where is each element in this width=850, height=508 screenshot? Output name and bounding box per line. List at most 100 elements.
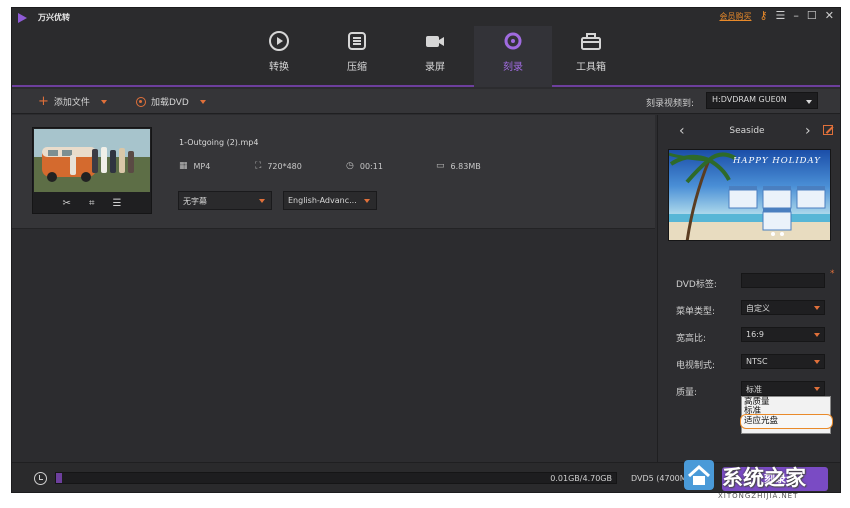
schedule-alarm-icon[interactable] [34,472,47,485]
audio-track-value: English-Advanc... [288,196,357,205]
app-window: 万兴优转 会员购买 ⚷ ☰ – ☐ ✕ 转换 压缩 录屏 刻录 工具箱 + 添加… [11,7,841,493]
file-resolution: ⛶ 720*480 [255,161,302,171]
thumbnail-tools: ✂ ⌗ ☰ [33,194,151,213]
tab-toolbox[interactable]: 工具箱 [552,26,630,87]
file-format: ▦ MP4 [179,161,210,171]
load-dvd-label: 加载DVD [151,98,189,108]
compress-icon [348,32,366,50]
chevron-down-icon [364,199,370,203]
subtitle-select[interactable]: 无字幕 [178,191,272,210]
template-preview[interactable]: HAPPY HOLIDAY [668,149,831,241]
video-thumbnail-box: ✂ ⌗ ☰ [32,127,152,214]
add-file-button[interactable]: + 添加文件 [38,95,107,108]
toolbox-icon [581,33,601,50]
template-heading: HAPPY HOLIDAY [733,156,821,166]
template-nav: ‹ Seaside › [658,123,840,141]
aspect-ratio-select[interactable]: 16:9 [741,327,825,342]
dvd-label-input[interactable] [741,273,825,288]
film-icon: ▦ [179,161,188,171]
subtitle-value: 无字幕 [183,197,207,206]
resolution-icon: ⛶ [255,161,262,171]
thumbnail-image-icon [34,129,150,192]
aspect-ratio-value: 16:9 [746,330,764,339]
watermark-title: 系统之家 [722,466,806,490]
load-dvd-button[interactable]: 加载DVD [136,95,206,108]
tab-burn-label: 刻录 [503,62,523,73]
file-size-value: 6.83MB [450,161,481,171]
clock-icon: ◷ [346,161,354,171]
convert-icon [269,31,289,51]
tv-standard-label: 电视制式: [676,361,716,371]
tab-record-screen[interactable]: 录屏 [396,26,474,87]
app-title: 万兴优转 [38,13,70,22]
file-size: ▭ 6.83MB [436,161,481,171]
plus-icon: + [38,94,49,109]
dvd-disc-icon [136,96,146,107]
menu-type-value: 自定义 [746,304,770,313]
burn-target-select[interactable]: H:DVDRAM GUE0N [706,92,818,109]
toolbar: + 添加文件 加载DVD 刻录视频到: H:DVDRAM GUE0N [12,89,840,114]
quality-label: 质量: [676,388,698,398]
tab-compress[interactable]: 压缩 [318,26,396,87]
menu-icon[interactable]: ☰ [776,10,786,22]
tv-standard-value: NTSC [746,357,768,366]
key-icon[interactable]: ⚷ [759,10,767,22]
chevron-down-icon [814,306,820,310]
window-controls: 会员购买 ⚷ ☰ – ☐ ✕ [719,10,834,22]
tab-convert[interactable]: 转换 [240,26,318,87]
file-name: 1-Outgoing (2).mp4 [179,138,259,147]
burn-to-label: 刻录视频到: [646,99,695,109]
edit-template-icon[interactable] [823,125,833,135]
video-thumbnail[interactable] [34,129,150,192]
disc-usage-bar: 0.01GB/4.70GB [55,472,617,484]
title-bar: 万兴优转 会员购买 ⚷ ☰ – ☐ ✕ 转换 压缩 录屏 刻录 工具箱 [12,8,840,87]
quality-option-fit-disc[interactable]: 适应光盘 [744,417,778,426]
burn-settings-panel: ‹ Seaside › HAPPY HOLIDAY DVD标签: * 菜单类型:… [657,115,840,462]
record-screen-icon [426,36,444,47]
tv-standard-select[interactable]: NTSC [741,354,825,369]
main-nav: 转换 压缩 录屏 刻录 工具箱 [240,26,630,87]
crop-icon[interactable]: ⌗ [89,198,95,209]
site-watermark: 系统之家 XITONGZHIJIA.NET [676,456,846,506]
chevron-down-icon [259,199,265,203]
burn-disc-icon [504,32,522,50]
disc-usage-fill [56,473,62,483]
file-item[interactable]: ✂ ⌗ ☰ 1-Outgoing (2).mp4 ▦ MP4 ⛶ 720*480… [12,115,655,229]
trim-icon[interactable]: ✂ [63,198,71,209]
quality-option-standard[interactable]: 标准 [744,407,761,416]
app-logo-icon [18,13,27,23]
required-mark: * [830,269,835,279]
chevron-down-icon [806,100,812,104]
quality-dropdown-list: 高质量 标准 适应光盘 [740,396,833,434]
house-icon [687,464,711,485]
tab-burn[interactable]: 刻录 [474,26,552,87]
chevron-down-icon[interactable] [199,99,206,104]
tab-toolbox-label: 工具箱 [576,62,606,73]
folder-icon: ▭ [436,161,445,171]
file-duration: ◷ 00:11 [346,161,383,171]
maximize-icon[interactable]: ☐ [807,10,817,22]
chevron-right-icon[interactable]: › [805,123,811,139]
menu-type-select[interactable]: 自定义 [741,300,825,315]
watermark-url: XITONGZHIJIA.NET [718,492,799,500]
chevron-down-icon[interactable] [100,99,107,104]
close-icon[interactable]: ✕ [825,10,834,22]
file-duration-value: 00:11 [359,161,383,171]
file-resolution-value: 720*480 [267,161,302,171]
chevron-down-icon [814,387,820,391]
audio-track-select[interactable]: English-Advanc... [283,191,377,210]
file-list-area: ✂ ⌗ ☰ 1-Outgoing (2).mp4 ▦ MP4 ⛶ 720*480… [12,115,655,462]
minimize-icon[interactable]: – [793,10,799,22]
dvd-label-label: DVD标签: [676,280,717,290]
file-format-value: MP4 [193,161,211,171]
chevron-down-icon [814,333,820,337]
effects-icon[interactable]: ☰ [113,198,122,209]
quality-value: 标准 [746,385,762,394]
disc-usage-text: 0.01GB/4.70GB [550,474,612,483]
chevron-down-icon [814,360,820,364]
quality-select[interactable]: 标准 [741,381,825,396]
tab-record-screen-label: 录屏 [425,62,445,73]
burn-target-value: H:DVDRAM GUE0N [712,95,787,104]
tab-compress-label: 压缩 [347,62,367,73]
member-purchase-link[interactable]: 会员购买 [719,11,751,22]
